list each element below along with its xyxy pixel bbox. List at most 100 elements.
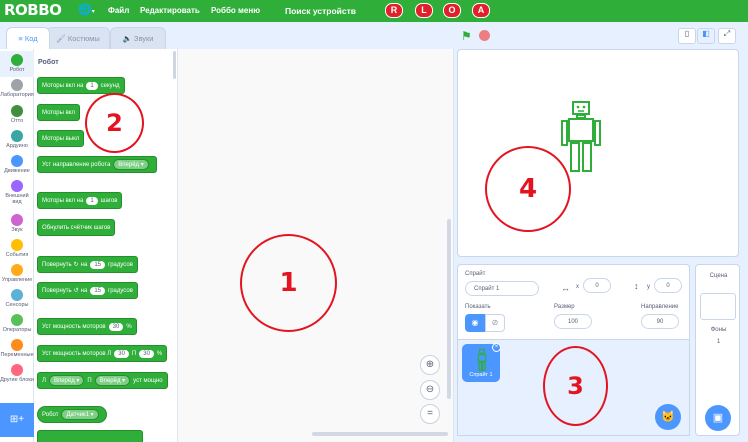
steps-input[interactable]: 1	[86, 196, 98, 205]
left-direction-dropdown[interactable]: Вперёд ▾	[48, 375, 85, 386]
show-hidden-button[interactable]: ⊘	[485, 314, 505, 332]
y-arrows-icon: ↕	[634, 281, 639, 291]
block-set-direction-lr[interactable]: Л Вперёд ▾ П Вперёд ▾ уст мощно	[37, 372, 168, 389]
block-set-direction[interactable]: Уст направление робота Вперёд ▾	[37, 156, 157, 173]
category-lab[interactable]: Лаборатория	[0, 79, 34, 98]
palette-scrollbar[interactable]	[173, 51, 176, 79]
sprite-name-input[interactable]: Спрайт 1	[465, 281, 539, 296]
category-otto[interactable]: Отто	[0, 105, 34, 124]
category-operators[interactable]: Операторы	[0, 314, 34, 333]
block-set-power[interactable]: Уст мощность моторов 30%	[37, 318, 137, 335]
add-backdrop-button[interactable]: ▣	[705, 405, 731, 431]
sprite-thumbnail[interactable]: Спрайт 1 ×	[462, 343, 501, 382]
zoom-out-icon: ⊖	[425, 384, 435, 395]
backdrops-label: Фоны	[710, 327, 727, 333]
block-turn-right[interactable]: Повернуть ↻ на 15 градусов	[37, 256, 138, 273]
tab-sounds[interactable]: 🔈 Звуки	[110, 27, 166, 49]
right-direction-dropdown[interactable]: Вперёд ▾	[94, 375, 131, 386]
sprite-info-panel: Спрайт Спрайт 1 ↔ x 0 ↕ y 0 Показать ◉ ⊘…	[457, 264, 690, 340]
category-motion[interactable]: Движение	[0, 155, 34, 174]
fullscreen-button[interactable]: ⤢	[718, 28, 736, 44]
delete-sprite-icon[interactable]: ×	[492, 343, 501, 352]
add-sprite-button[interactable]: 🐱	[655, 404, 681, 430]
category-control[interactable]: Управление	[0, 264, 34, 283]
zoom-out-button[interactable]: ⊖	[420, 380, 440, 400]
power-input[interactable]: 30	[108, 322, 124, 331]
robot-sprite[interactable]	[561, 97, 601, 177]
block-partial[interactable]	[37, 430, 143, 442]
tab-code[interactable]: ≡ Код	[6, 27, 50, 49]
sprite-name-label: Спрайт	[465, 271, 486, 277]
zoom-in-button[interactable]: ⊕	[420, 355, 440, 375]
block-reset-steps[interactable]: Обнулить счётчик шагов	[37, 219, 116, 236]
menu-device-search[interactable]: Поиск устройств	[285, 6, 356, 16]
category-sensing[interactable]: Сенсоры	[0, 289, 34, 308]
category-arduino[interactable]: Ардуино	[0, 130, 34, 149]
badge-l[interactable]: L	[415, 3, 433, 18]
sensor-dropdown[interactable]: Датчик1 ▾	[61, 409, 99, 420]
power-left-input[interactable]: 30	[114, 349, 129, 358]
menu-robbo[interactable]: Роббо меню	[211, 6, 260, 15]
category-looks[interactable]: Внешний вид	[0, 180, 34, 205]
language-globe-icon[interactable]: 🌐▾	[78, 3, 95, 16]
workspace-vscrollbar[interactable]	[447, 219, 451, 399]
block-motors-on-seconds[interactable]: Моторы вкл на 1 секунд	[37, 77, 125, 94]
annotation-circle-2: 2	[85, 93, 144, 153]
category-events[interactable]: События	[0, 239, 34, 258]
category-my-blocks[interactable]: Другие блоки	[0, 364, 34, 383]
block-motors-on-steps[interactable]: Моторы вкл на 1 шагов	[37, 192, 123, 209]
eye-slash-icon: ⊘	[491, 318, 499, 327]
category-sound[interactable]: Звук	[0, 214, 34, 233]
block-motors-off[interactable]: Моторы выкл	[37, 130, 85, 147]
scene-title: Сцена	[709, 273, 728, 279]
add-extension-button[interactable]: ⊞+	[0, 403, 34, 437]
scene-panel[interactable]: Сцена Фоны 1 ▣	[695, 264, 740, 436]
badge-o[interactable]: O	[443, 3, 461, 18]
workspace-scrollbar[interactable]	[312, 432, 448, 436]
power-right-input[interactable]: 30	[139, 349, 154, 358]
direction-label: Направление	[641, 304, 679, 310]
menu-file[interactable]: Файл	[108, 6, 129, 15]
menu-edit[interactable]: Редактировать	[140, 6, 200, 15]
small-stage-button[interactable]: ▯	[678, 28, 696, 44]
block-robot-sensor[interactable]: Робот Датчик1 ▾	[37, 406, 107, 423]
y-label: y	[647, 284, 650, 290]
cat-add-icon: 🐱	[661, 411, 675, 423]
extension-icon: ⊞+	[9, 414, 25, 425]
badge-a[interactable]: A	[472, 3, 490, 18]
category-dot	[11, 289, 23, 301]
show-visible-button[interactable]: ◉	[465, 314, 485, 332]
block-turn-left[interactable]: Повернуть ↺ на 15 градусов	[37, 282, 138, 299]
direction-dropdown[interactable]: Вперёд ▾	[113, 159, 149, 170]
category-label: Другие блоки	[0, 377, 34, 383]
turn-left-icon: ↺	[73, 288, 79, 294]
annotation-circle-1: 1	[240, 234, 337, 332]
category-robot[interactable]: Робот	[0, 51, 34, 77]
category-label: Управление	[1, 277, 33, 283]
category-dot	[11, 214, 23, 226]
large-stage-button[interactable]: ◧	[697, 28, 715, 44]
zoom-reset-button[interactable]: =	[420, 404, 440, 424]
size-input[interactable]: 100	[554, 314, 592, 329]
badge-r[interactable]: R	[385, 3, 403, 18]
category-variables[interactable]: Переменные	[0, 339, 34, 358]
block-set-power-lr[interactable]: Уст мощность моторов Л 30 П 30%	[37, 345, 168, 362]
category-dot	[11, 79, 23, 91]
tab-costumes[interactable]: 🖌 Костюмы	[46, 27, 110, 49]
category-label: Отто	[10, 118, 24, 124]
backdrop-thumbnail[interactable]	[700, 293, 736, 320]
y-input[interactable]: 0	[654, 278, 682, 293]
annotation-circle-4: 4	[485, 146, 571, 232]
category-label: Операторы	[2, 327, 32, 333]
direction-input[interactable]: 90	[641, 314, 679, 329]
block-motors-on[interactable]: Моторы вкл	[37, 104, 80, 121]
stage[interactable]	[457, 49, 739, 257]
stop-icon[interactable]	[479, 30, 490, 41]
green-flag-icon[interactable]: ⚑	[461, 29, 472, 43]
degrees-input[interactable]: 15	[90, 286, 106, 295]
degrees-input[interactable]: 15	[90, 260, 106, 269]
x-input[interactable]: 0	[583, 278, 611, 293]
large-stage-icon: ◧	[702, 29, 710, 38]
size-label: Размер	[554, 304, 575, 310]
seconds-input[interactable]: 1	[86, 81, 98, 90]
